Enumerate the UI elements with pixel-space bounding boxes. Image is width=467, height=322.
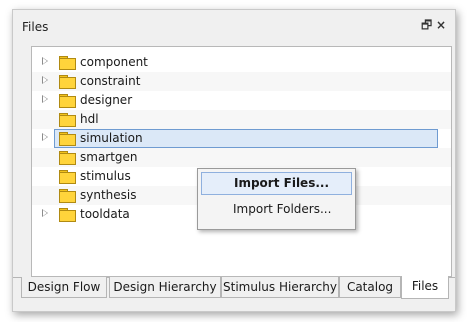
folder-icon: [59, 132, 76, 146]
expand-arrow-icon[interactable]: [42, 95, 48, 103]
restore-icon[interactable]: 🗗: [421, 18, 432, 32]
tree-item-designer[interactable]: designer: [32, 91, 451, 110]
context-menu: Import Files... Import Folders...: [197, 168, 356, 230]
folder-icon: [59, 170, 76, 184]
folder-icon: [59, 56, 76, 70]
files-panel: Files 🗗 × component constraint designer …: [12, 9, 456, 312]
folder-icon: [59, 189, 76, 203]
bottom-tab-bar: Design Flow Design Hierarchy Stimulus Hi…: [13, 276, 455, 311]
expand-arrow-icon[interactable]: [42, 209, 48, 217]
menu-item-label: Import Files...: [234, 176, 330, 190]
folder-icon: [59, 151, 76, 165]
menu-item-label: Import Folders...: [233, 202, 332, 216]
tree-item-smartgen[interactable]: smartgen: [32, 148, 451, 167]
tree-item-label: constraint: [80, 74, 141, 88]
tree-item-label: simulation: [80, 131, 143, 145]
tab-design-flow[interactable]: Design Flow: [21, 277, 107, 298]
folder-icon: [59, 208, 76, 222]
import-files-menu-item[interactable]: Import Files...: [201, 172, 352, 195]
import-folders-menu-item[interactable]: Import Folders...: [201, 199, 350, 220]
expand-arrow-icon[interactable]: [42, 57, 48, 65]
tree-item-simulation[interactable]: simulation: [32, 129, 451, 148]
tree-item-hdl[interactable]: hdl: [32, 110, 451, 129]
folder-icon: [59, 75, 76, 89]
folder-icon: [59, 113, 76, 127]
tree-item-label: hdl: [80, 112, 99, 126]
panel-header: Files 🗗 ×: [13, 10, 455, 38]
tree-item-label: smartgen: [80, 150, 138, 164]
expand-arrow-icon[interactable]: [42, 133, 48, 141]
folder-icon: [59, 94, 76, 108]
file-tree[interactable]: component constraint designer hdl simula…: [31, 46, 452, 277]
tree-item-label: designer: [80, 93, 133, 107]
tree-item-constraint[interactable]: constraint: [32, 72, 451, 91]
tab-catalog[interactable]: Catalog: [339, 277, 401, 298]
expand-arrow-icon[interactable]: [42, 76, 48, 84]
panel-title: Files: [22, 20, 49, 34]
tree-item-label: component: [80, 55, 148, 69]
tab-files[interactable]: Files: [401, 276, 449, 299]
tree-item-component[interactable]: component: [32, 53, 451, 72]
tree-item-label: synthesis: [80, 188, 137, 202]
tree-item-label: tooldata: [80, 207, 130, 221]
tree-item-label: stimulus: [80, 169, 131, 183]
tab-design-hierarchy[interactable]: Design Hierarchy: [109, 277, 221, 298]
close-icon[interactable]: ×: [436, 18, 446, 32]
tab-stimulus-hierarchy[interactable]: Stimulus Hierarchy: [221, 277, 339, 298]
